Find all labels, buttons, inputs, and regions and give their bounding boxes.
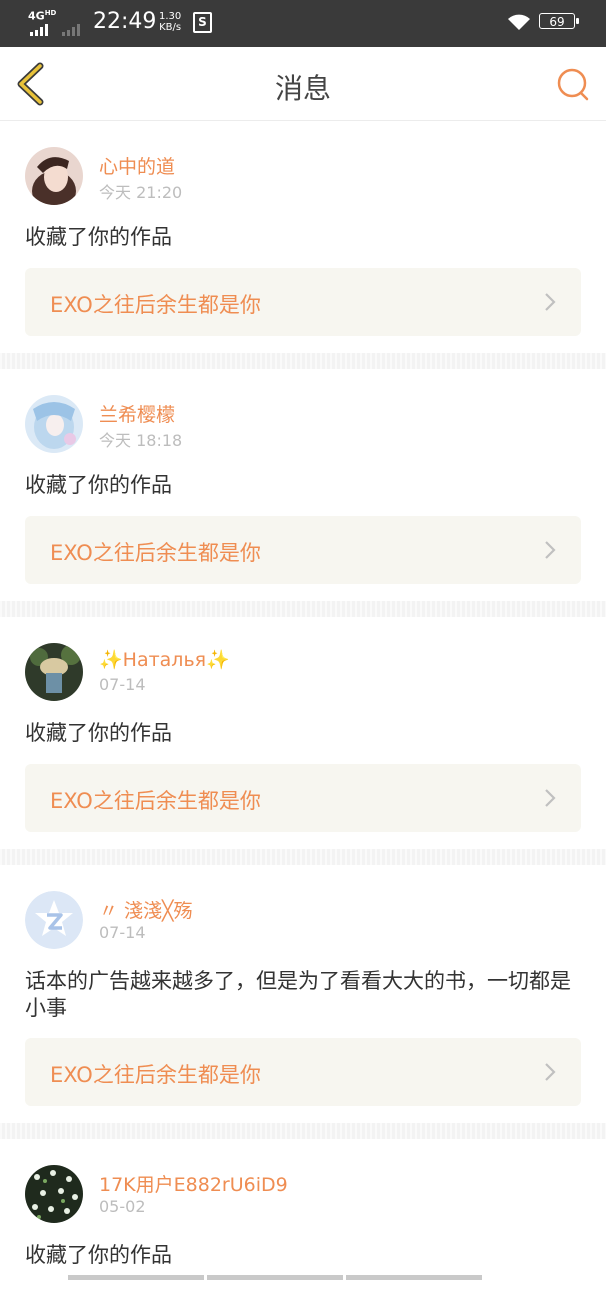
work-link[interactable]: EXO之往后余生都是你 xyxy=(25,764,581,832)
username[interactable]: 兰希樱檬 xyxy=(99,400,175,427)
divider xyxy=(0,353,606,369)
speed-value: 1.30 xyxy=(159,11,182,22)
indicator-segment xyxy=(346,1275,482,1280)
username[interactable]: 17K用户E882rU6iD9 xyxy=(99,1170,288,1197)
search-icon xyxy=(557,68,589,101)
work-title: EXO之往后余生都是你 xyxy=(50,789,261,813)
message-date: 05-02 xyxy=(99,1197,146,1216)
search-button[interactable] xyxy=(554,65,592,103)
network-speed: 1.30 KB/s xyxy=(159,11,181,33)
message-card: 兰希樱檬 今天 18:18 收藏了你的作品 EXO之往后余生都是你 xyxy=(0,369,606,601)
chevron-right-icon xyxy=(545,293,556,311)
work-title: EXO之往后余生都是你 xyxy=(50,1063,261,1087)
message-text: 收藏了你的作品 xyxy=(25,1243,172,1267)
avatar[interactable] xyxy=(25,643,83,701)
chevron-right-icon xyxy=(545,541,556,559)
avatar[interactable] xyxy=(25,147,83,205)
network-sup: HD xyxy=(44,9,57,17)
username[interactable]: ✨Наталья✨ xyxy=(99,648,230,671)
work-link[interactable]: EXO之往后余生都是你 xyxy=(25,1038,581,1106)
message-text: 收藏了你的作品 xyxy=(25,721,172,745)
message-text: 收藏了你的作品 xyxy=(25,473,172,497)
message-list: 心中的道 今天 21:20 收藏了你的作品 EXO之往后余生都是你 兰希樱檬 今… xyxy=(0,121,606,1299)
message-text: 收藏了你的作品 xyxy=(25,225,172,249)
work-title: EXO之往后余生都是你 xyxy=(50,541,261,565)
avatar[interactable] xyxy=(25,891,83,949)
indicator-segment xyxy=(68,1275,204,1280)
chevron-right-icon xyxy=(545,789,556,807)
work-title: EXO之往后余生都是你 xyxy=(50,293,261,317)
network-type: 4GHD xyxy=(28,9,56,23)
work-link[interactable]: EXO之往后余生都是你 xyxy=(25,268,581,336)
message-text: 话本的广告越来越多了，但是为了看看大大的书，一切都是小事 xyxy=(25,969,571,1020)
chevron-right-icon xyxy=(545,1063,556,1081)
work-link[interactable]: EXO之往后余生都是你 xyxy=(25,516,581,584)
bottom-indicator xyxy=(68,1275,482,1280)
signal-bars-secondary-icon xyxy=(62,24,80,36)
message-date: 07-14 xyxy=(99,923,146,942)
avatar[interactable] xyxy=(25,1165,83,1223)
sim-badge-icon: S xyxy=(193,12,212,33)
indicator-segment xyxy=(207,1275,343,1280)
message-date: 07-14 xyxy=(99,675,146,694)
message-card: 心中的道 今天 21:20 收藏了你的作品 EXO之往后余生都是你 xyxy=(0,121,606,353)
message-card: 〃 淺淺╳殇 07-14 话本的广告越来越多了，但是为了看看大大的书，一切都是小… xyxy=(0,865,606,1123)
battery-icon: 69 xyxy=(539,13,579,29)
avatar[interactable] xyxy=(25,395,83,453)
signal-bars-icon xyxy=(30,24,48,36)
divider xyxy=(0,601,606,617)
message-date: 今天 18:18 xyxy=(99,431,183,450)
status-bar: 4GHD 22:49 1.30 KB/s S 69 xyxy=(0,0,606,47)
page-title: 消息 xyxy=(274,72,331,105)
speed-unit: KB/s xyxy=(159,22,182,33)
message-date: 今天 21:20 xyxy=(99,183,183,202)
nav-bar: 消息 xyxy=(0,47,606,121)
username[interactable]: 心中的道 xyxy=(99,152,175,179)
clock: 22:49 xyxy=(93,9,157,34)
divider xyxy=(0,1123,606,1139)
divider xyxy=(0,849,606,865)
message-card: ✨Наталья✨ 07-14 收藏了你的作品 EXO之往后余生都是你 xyxy=(0,617,606,849)
network-label: 4G xyxy=(28,9,45,23)
username[interactable]: 〃 淺淺╳殇 xyxy=(99,896,192,923)
wifi-icon xyxy=(508,14,530,30)
